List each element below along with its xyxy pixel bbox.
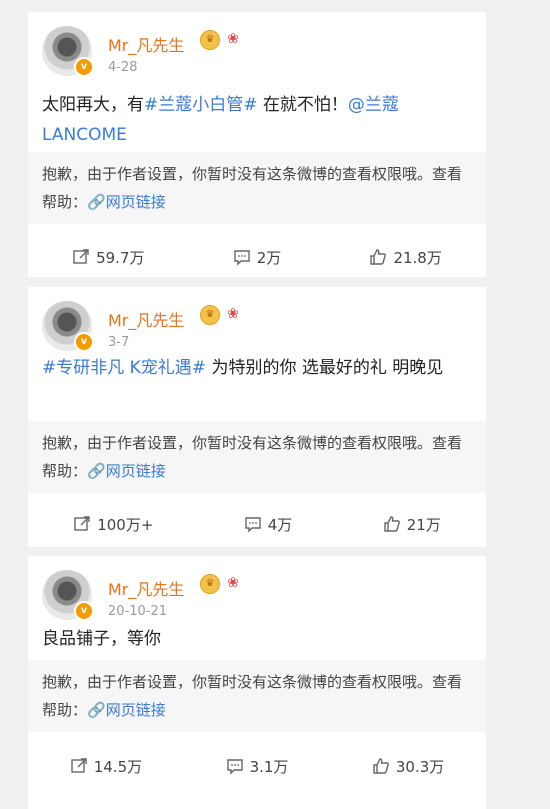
comment-button[interactable]: 4万 (244, 514, 293, 535)
like-button[interactable]: 30.3万 (372, 756, 444, 777)
like-count: 30.3万 (395, 757, 445, 776)
avatar[interactable]: v (42, 570, 94, 621)
action-bar: 59.7万 2万 21.8万 (28, 242, 486, 272)
repost-count: 59.7万 (96, 248, 145, 267)
text-segment: 为特别的你 选最好的礼 明晚见 (206, 358, 444, 378)
text-segment: 良品铺子，等你 (42, 629, 161, 649)
username[interactable]: Mr_凡先生 (108, 576, 184, 600)
hashtag-link[interactable]: #专研非凡 K宠礼遇# (42, 358, 206, 378)
web-link[interactable]: 网页链接 (106, 193, 166, 211)
post-date: 20-10-21 (108, 604, 168, 619)
post-card: v Mr_凡先生 ♛ ❀ 3-7 #专研非凡 K宠礼遇# 为特别的你 选最好的礼… (28, 287, 486, 547)
link-icon: 🔗 (87, 462, 106, 480)
action-bar: 100万+ 4万 21万 (28, 509, 486, 539)
username[interactable]: Mr_凡先生 (108, 307, 184, 331)
post-text: 太阳再大，有#兰蔻小白管# 在就不怕！@兰蔻LANCOME (42, 90, 472, 150)
username[interactable]: Mr_凡先生 (108, 32, 184, 56)
post-card: v Mr_凡先生 ♛ ❀ 4-28 太阳再大，有#兰蔻小白管# 在就不怕！@兰蔻… (28, 12, 486, 277)
avatar[interactable]: v (42, 26, 94, 77)
text-segment: 太阳再大，有 (42, 95, 144, 115)
v-badge-icon: v (74, 57, 94, 77)
comment-icon (245, 517, 261, 533)
comment-count: 2万 (256, 248, 282, 267)
user-badges: ♛ ❀ (200, 30, 242, 50)
v-badge-icon: v (74, 332, 94, 352)
like-icon (373, 758, 389, 774)
comment-button[interactable]: 2万 (233, 247, 282, 268)
user-badges: ♛ ❀ (200, 574, 242, 594)
like-button[interactable]: 21万 (383, 514, 441, 535)
avatar[interactable]: v (42, 301, 94, 352)
repost-icon (73, 249, 89, 264)
comment-icon (234, 250, 250, 266)
v-badge-icon: v (74, 601, 94, 621)
hashtag-link[interactable]: #兰蔻小白管# (144, 95, 258, 115)
repost-icon (74, 516, 90, 531)
text-segment: 在就不怕！ (257, 95, 348, 115)
web-link[interactable]: 网页链接 (106, 462, 166, 480)
like-count: 21.8万 (393, 248, 442, 267)
gift-badge-icon: ❀ (227, 575, 239, 591)
repost-icon (71, 758, 87, 773)
post-card: v Mr_凡先生 ♛ ❀ 20-10-21 良品铺子，等你 抱歉，由于作者设置，… (28, 556, 486, 809)
user-badges: ♛ ❀ (200, 305, 242, 325)
like-button[interactable]: 21.8万 (369, 247, 442, 268)
repost-count: 100万+ (97, 515, 154, 534)
post-date: 3-7 (108, 335, 130, 350)
repost-button[interactable]: 59.7万 (72, 247, 145, 268)
action-bar: 14.5万 3.1万 30.3万 (28, 751, 486, 781)
crown-badge-icon: ♛ (200, 574, 220, 594)
restricted-notice: 抱歉，由于作者设置，你暂时没有这条微博的查看权限哦。查看帮助：🔗网页链接 (28, 152, 486, 224)
like-count: 21万 (406, 515, 441, 534)
post-date: 4-28 (108, 60, 138, 75)
comment-count: 4万 (267, 515, 293, 534)
gift-badge-icon: ❀ (227, 31, 239, 47)
weibo-feed: v Mr_凡先生 ♛ ❀ 4-28 太阳再大，有#兰蔻小白管# 在就不怕！@兰蔻… (0, 0, 550, 809)
restricted-notice: 抱歉，由于作者设置，你暂时没有这条微博的查看权限哦。查看帮助：🔗网页链接 (28, 660, 486, 732)
like-icon (383, 516, 400, 532)
web-link[interactable]: 网页链接 (106, 701, 166, 719)
comment-button[interactable]: 3.1万 (226, 756, 289, 777)
restricted-notice: 抱歉，由于作者设置，你暂时没有这条微博的查看权限哦。查看帮助：🔗网页链接 (28, 421, 486, 493)
repost-button[interactable]: 100万+ (73, 514, 153, 535)
crown-badge-icon: ♛ (200, 30, 220, 50)
gift-badge-icon: ❀ (227, 306, 239, 322)
post-text: 良品铺子，等你 (42, 624, 472, 654)
like-icon (370, 249, 387, 265)
repost-count: 14.5万 (93, 757, 143, 776)
crown-badge-icon: ♛ (200, 305, 220, 325)
link-icon: 🔗 (87, 193, 106, 211)
post-text: #专研非凡 K宠礼遇# 为特别的你 选最好的礼 明晚见 (42, 353, 472, 383)
repost-button[interactable]: 14.5万 (70, 756, 142, 777)
comment-icon (226, 759, 243, 775)
link-icon: 🔗 (87, 701, 106, 719)
comment-count: 3.1万 (249, 757, 289, 776)
